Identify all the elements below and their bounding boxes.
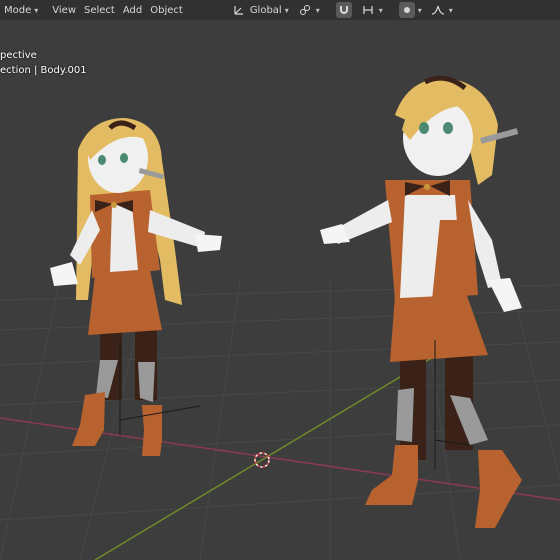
menu-add[interactable]: Add xyxy=(119,1,146,19)
view-name-text: pective xyxy=(0,50,37,61)
orientation-axes-icon xyxy=(231,2,247,18)
menu-object[interactable]: Object xyxy=(146,1,187,19)
orientation-label: Global xyxy=(249,4,282,16)
chevron-down-icon: ▾ xyxy=(315,5,320,15)
chevron-down-icon: ▾ xyxy=(34,5,39,15)
chevron-down-icon: ▾ xyxy=(417,5,422,15)
menu-select[interactable]: Select xyxy=(80,1,119,19)
viewport-scene[interactable] xyxy=(0,0,560,560)
pivot-point-dropdown[interactable]: ▾ xyxy=(293,1,324,19)
falloff-curve-icon xyxy=(430,2,446,18)
mode-label: Mode xyxy=(4,4,32,16)
transform-orientation-dropdown[interactable]: Global ▾ xyxy=(227,1,293,19)
link-icon xyxy=(297,2,313,18)
character-left[interactable] xyxy=(50,118,222,456)
chevron-down-icon: ▾ xyxy=(448,5,453,15)
chevron-down-icon: ▾ xyxy=(378,5,383,15)
chevron-down-icon: ▾ xyxy=(284,5,289,15)
snap-toggle[interactable] xyxy=(332,1,356,19)
collection-object-text: ection | Body.001 xyxy=(0,65,87,76)
snap-increment-icon xyxy=(360,2,376,18)
proportional-edit-icon xyxy=(398,2,415,18)
character-right[interactable] xyxy=(320,75,522,528)
magnet-icon xyxy=(335,2,352,18)
menu-view[interactable]: View xyxy=(48,1,80,19)
proportional-edit-toggle[interactable]: ▾ xyxy=(395,1,426,19)
snap-target-dropdown[interactable]: ▾ xyxy=(356,1,387,19)
viewport-header: Mode ▾ View Select Add Object Global ▾ ▾ xyxy=(0,0,560,20)
proportional-falloff-dropdown[interactable]: ▾ xyxy=(426,1,457,19)
interaction-mode-dropdown[interactable]: Mode ▾ xyxy=(0,1,42,19)
viewport-info-overlay: pective ection | Body.001 xyxy=(0,48,87,78)
3d-viewport[interactable]: Mode ▾ View Select Add Object Global ▾ ▾ xyxy=(0,0,560,560)
